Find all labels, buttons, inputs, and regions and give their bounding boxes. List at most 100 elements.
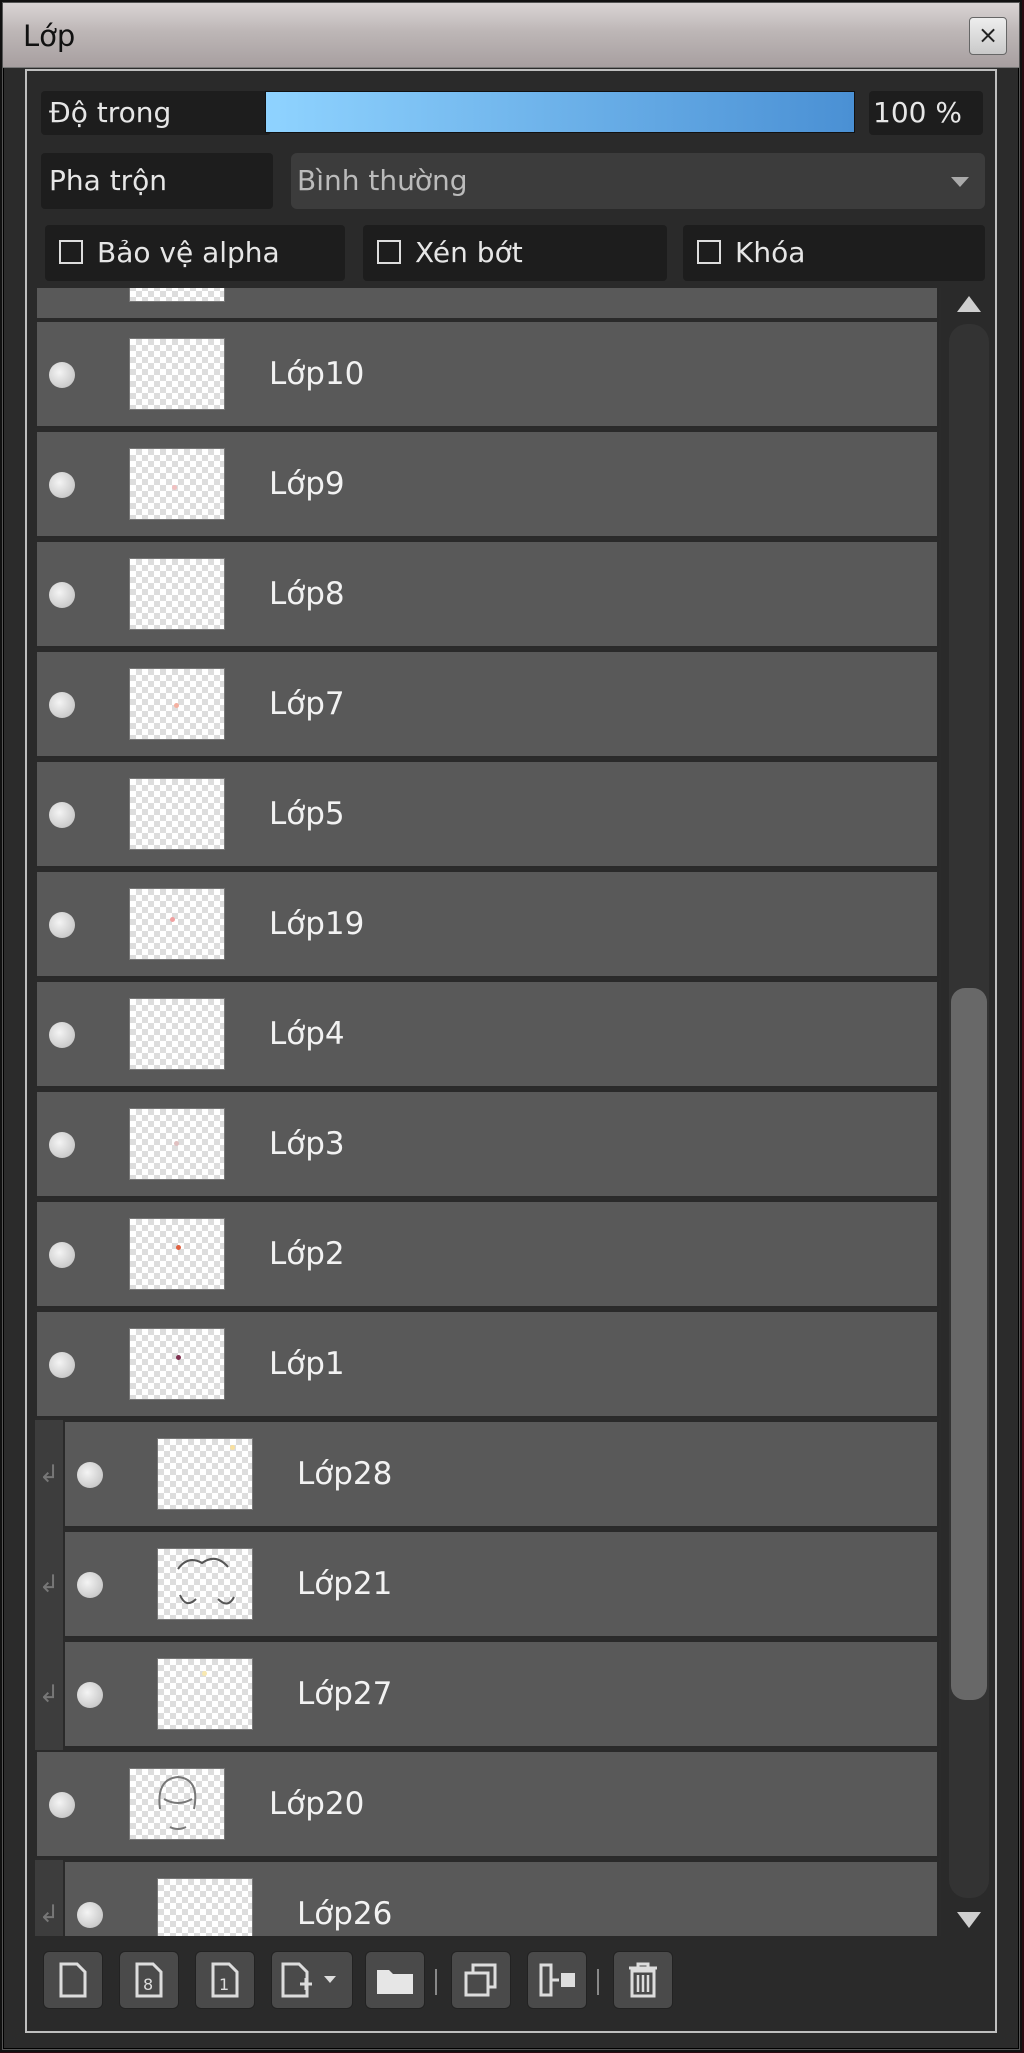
clipping-indicator: ↲ — [35, 1640, 63, 1750]
layer-toolbar: 8 1 — [35, 1943, 983, 2019]
opacity-value[interactable]: 100 % — [869, 91, 983, 135]
visibility-toggle-icon[interactable] — [49, 362, 75, 388]
layer-list[interactable]: Lớp10 Lớp9 Lớp8 Lớp7 Lớp5 Lớp19 Lớp4 Lớp3 Lớp2 Lớ… — [35, 288, 941, 1936]
visibility-toggle-icon[interactable] — [49, 1792, 75, 1818]
layer-thumbnail — [129, 338, 225, 410]
layer-row[interactable]: Lớp21 — [63, 1530, 939, 1638]
layer-name: Lớp21 — [297, 1566, 393, 1602]
layer-name: Lớp8 — [269, 576, 345, 612]
layer-thumbnail — [157, 1438, 253, 1510]
scroll-down-icon[interactable] — [957, 1912, 981, 1928]
sketch-thumbnail-icon — [158, 1775, 197, 1830]
visibility-toggle-icon[interactable] — [49, 472, 75, 498]
visibility-toggle-icon[interactable] — [49, 1022, 75, 1048]
new-1bit-layer-button[interactable]: 1 — [195, 1951, 255, 2009]
toolbar-separator — [435, 1969, 437, 1995]
lock-label: Khóa — [735, 236, 806, 269]
layer-row[interactable]: Lớp7 — [35, 650, 939, 758]
protect-alpha-checkbox[interactable]: Bảo vệ alpha — [45, 225, 345, 281]
layer-thumbnail — [157, 1658, 253, 1730]
checkbox-icon — [697, 240, 721, 264]
merge-icon — [539, 1963, 575, 1997]
layer-name: Lớp7 — [269, 686, 345, 722]
layer-thumbnail — [157, 1878, 253, 1936]
thumbnail-mark — [176, 1355, 181, 1360]
layer-row[interactable]: Lớp8 — [35, 540, 939, 648]
layer-thumbnail — [129, 1218, 225, 1290]
layer-row[interactable]: Lớp2 — [35, 1200, 939, 1308]
lock-checkbox[interactable]: Khóa — [683, 225, 985, 281]
thumbnail-mark — [172, 485, 177, 490]
layer-thumbnail — [157, 1548, 253, 1620]
layer-row[interactable]: Lớp26 — [63, 1860, 939, 1936]
new-folder-button[interactable] — [365, 1951, 425, 2009]
layer-row-partial[interactable] — [35, 288, 939, 320]
visibility-toggle-icon[interactable] — [49, 1352, 75, 1378]
thumbnail-mark — [174, 1141, 179, 1146]
visibility-toggle-icon[interactable] — [49, 692, 75, 718]
new-8bit-layer-button[interactable]: 8 — [119, 1951, 179, 2009]
layer-name: Lớp19 — [269, 906, 365, 942]
page-8-icon: 8 — [135, 1962, 163, 1998]
scroll-thumb[interactable] — [951, 988, 987, 1700]
protect-alpha-label: Bảo vệ alpha — [97, 236, 280, 269]
layer-row[interactable]: Lớp5 — [35, 760, 939, 868]
add-layer-menu-button[interactable] — [271, 1951, 353, 2009]
layer-name: Lớp28 — [297, 1456, 393, 1492]
visibility-toggle-icon[interactable] — [49, 802, 75, 828]
thumbnail-mark — [176, 1245, 181, 1250]
visibility-toggle-icon[interactable] — [77, 1682, 103, 1708]
layer-row[interactable]: Lớp9 — [35, 430, 939, 538]
opacity-slider[interactable] — [265, 91, 855, 133]
visibility-toggle-icon[interactable] — [77, 1572, 103, 1598]
layer-row[interactable]: Lớp19 — [35, 870, 939, 978]
layer-row[interactable]: Lớp27 — [63, 1640, 939, 1748]
layer-thumbnail — [129, 1768, 225, 1840]
layer-panel-window: Lớp × Độ trong 100 % Pha trộn Bình thườn… — [2, 2, 1020, 2050]
duplicate-layer-button[interactable] — [451, 1951, 511, 2009]
close-button[interactable]: × — [969, 17, 1007, 55]
layer-row[interactable]: Lớp20 — [35, 1750, 939, 1858]
layer-row[interactable]: Lớp3 — [35, 1090, 939, 1198]
layer-row[interactable]: Lớp4 — [35, 980, 939, 1088]
layer-thumbnail — [129, 998, 225, 1070]
layer-name: Lớp10 — [269, 356, 365, 392]
layer-name: Lớp27 — [297, 1676, 393, 1712]
clipping-checkbox[interactable]: Xén bớt — [363, 225, 667, 281]
layer-row[interactable]: Lớp1 — [35, 1310, 939, 1418]
page-plus-dropdown-icon — [281, 1962, 336, 1998]
window-title: Lớp — [23, 19, 76, 53]
clip-arrow-icon: ↲ — [39, 1460, 60, 1488]
visibility-toggle-icon[interactable] — [49, 1242, 75, 1268]
blend-mode-label: Pha trộn — [41, 153, 273, 209]
clip-arrow-icon: ↲ — [39, 1900, 60, 1928]
checkbox-icon — [59, 240, 83, 264]
page-icon — [59, 1962, 87, 1998]
layer-row[interactable]: Lớp10 — [35, 320, 939, 428]
layer-name: Lớp9 — [269, 466, 345, 502]
layer-list-scrollbar[interactable] — [943, 288, 993, 1936]
visibility-toggle-icon[interactable] — [49, 1132, 75, 1158]
thumbnail-mark — [202, 1671, 207, 1676]
layer-name: Lớp2 — [269, 1236, 345, 1272]
folder-icon — [377, 1970, 413, 1994]
layer-row[interactable]: Lớp28 — [63, 1420, 939, 1528]
scroll-up-icon[interactable] — [957, 296, 981, 312]
delete-layer-button[interactable] — [613, 1951, 673, 2009]
clipping-indicator: ↲ — [35, 1530, 63, 1640]
blend-mode-select[interactable]: Bình thường — [291, 153, 985, 209]
layer-thumbnail — [129, 558, 225, 630]
thumbnail-mark — [174, 703, 179, 708]
chevron-down-icon — [951, 177, 969, 187]
thumbnail-mark — [170, 917, 175, 922]
merge-down-button[interactable] — [527, 1951, 587, 2009]
clip-arrow-icon: ↲ — [39, 1570, 60, 1598]
clipping-indicator: ↲ — [35, 1420, 63, 1530]
visibility-toggle-icon[interactable] — [49, 912, 75, 938]
visibility-toggle-icon[interactable] — [49, 582, 75, 608]
page-1-icon: 1 — [211, 1962, 239, 1998]
title-bar[interactable]: Lớp × — [3, 3, 1019, 68]
visibility-toggle-icon[interactable] — [77, 1462, 103, 1488]
visibility-toggle-icon[interactable] — [77, 1902, 103, 1928]
new-layer-button[interactable] — [43, 1951, 103, 2009]
